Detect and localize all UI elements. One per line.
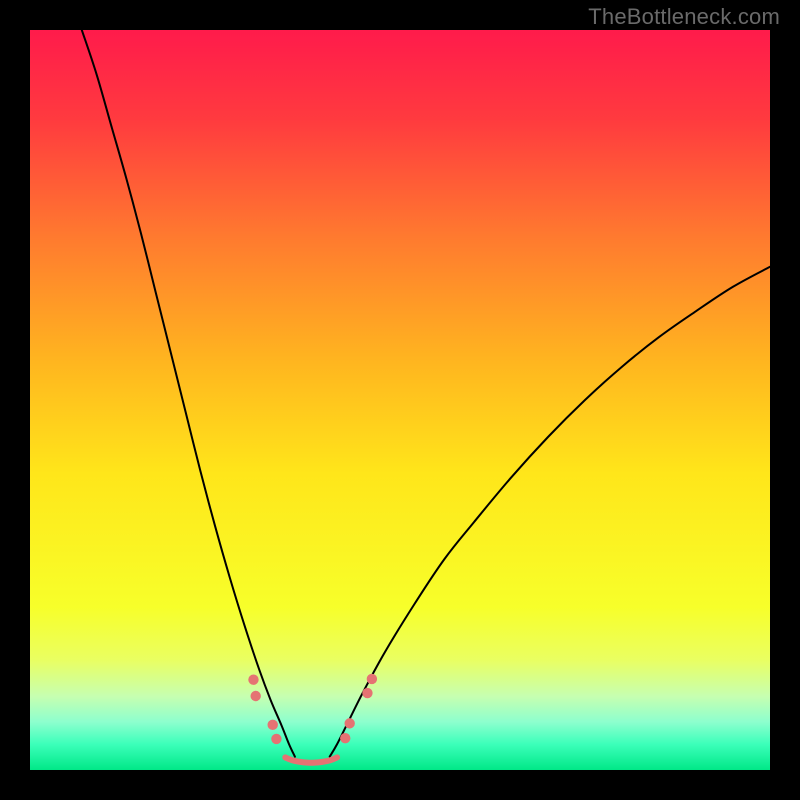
left-dot-upper-a bbox=[248, 675, 258, 685]
watermark-text: TheBottleneck.com bbox=[588, 4, 780, 30]
left-dot-upper-b bbox=[251, 691, 261, 701]
right-dot-lower-b bbox=[344, 718, 354, 728]
chart-svg bbox=[30, 30, 770, 770]
right-dot-lower-a bbox=[340, 733, 350, 743]
chart-frame: TheBottleneck.com bbox=[0, 0, 800, 800]
chart-background bbox=[30, 30, 770, 770]
right-dot-upper-b bbox=[367, 674, 377, 684]
left-dot-lower-b bbox=[271, 734, 281, 744]
plot-area bbox=[30, 30, 770, 770]
right-dot-upper-a bbox=[362, 688, 372, 698]
left-dot-lower-a bbox=[268, 720, 278, 730]
